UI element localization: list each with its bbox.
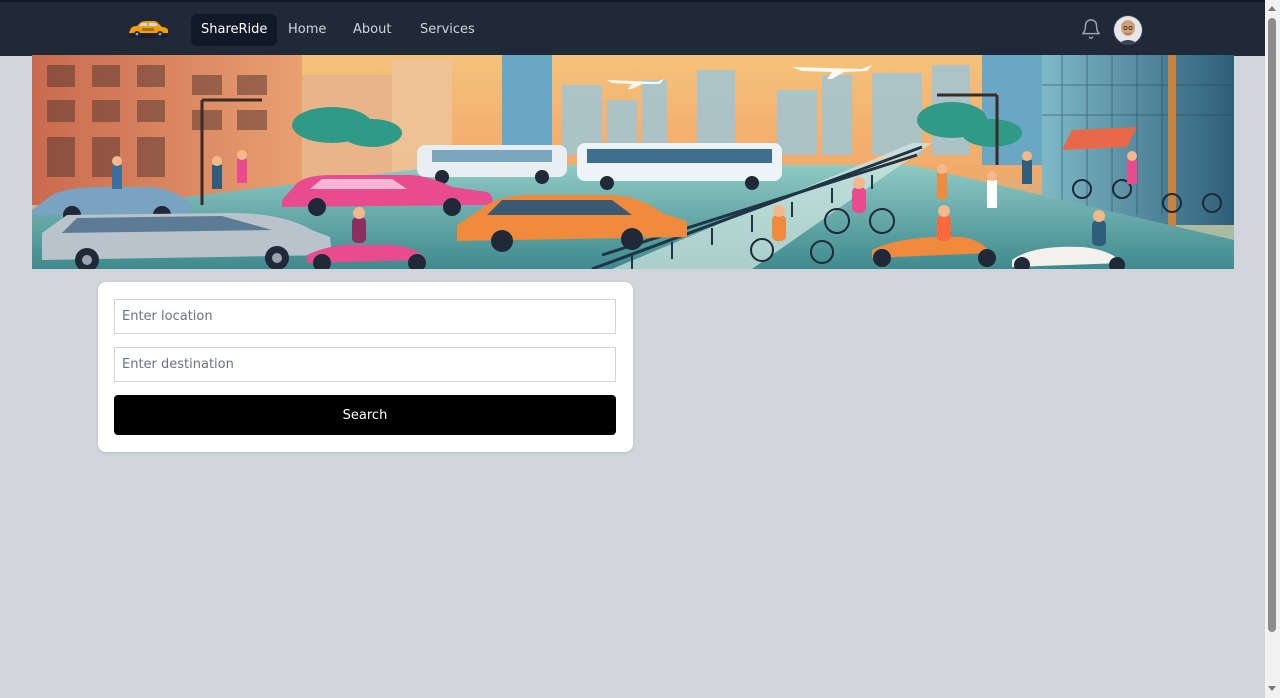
- taxi-logo-icon[interactable]: [126, 16, 170, 40]
- destination-input[interactable]: [114, 347, 616, 382]
- nav-link-services[interactable]: Services: [410, 14, 485, 46]
- search-button[interactable]: Search: [114, 395, 616, 435]
- navbar: ShareRide Home About Services: [0, 0, 1265, 56]
- nav-brand-shareride[interactable]: ShareRide: [191, 14, 278, 46]
- city-traffic-illustration: [32, 55, 1234, 269]
- page: ShareRide Home About Services Enter loca…: [0, 0, 1280, 698]
- nav-link-home[interactable]: Home: [278, 14, 336, 46]
- scroll-down-arrow-icon[interactable]: [1268, 686, 1276, 691]
- scroll-up-arrow-icon[interactable]: [1268, 6, 1276, 11]
- avatar-image: [1114, 16, 1142, 44]
- ride-search-card: Search: [98, 282, 633, 452]
- bell-icon[interactable]: [1080, 18, 1102, 40]
- user-avatar[interactable]: [1114, 16, 1142, 44]
- vertical-scrollbar[interactable]: [1265, 0, 1280, 698]
- nav-link-about[interactable]: About: [343, 14, 401, 46]
- hero-banner-image: [32, 55, 1234, 269]
- scrollbar-thumb[interactable]: [1268, 18, 1276, 632]
- location-input[interactable]: [114, 299, 616, 334]
